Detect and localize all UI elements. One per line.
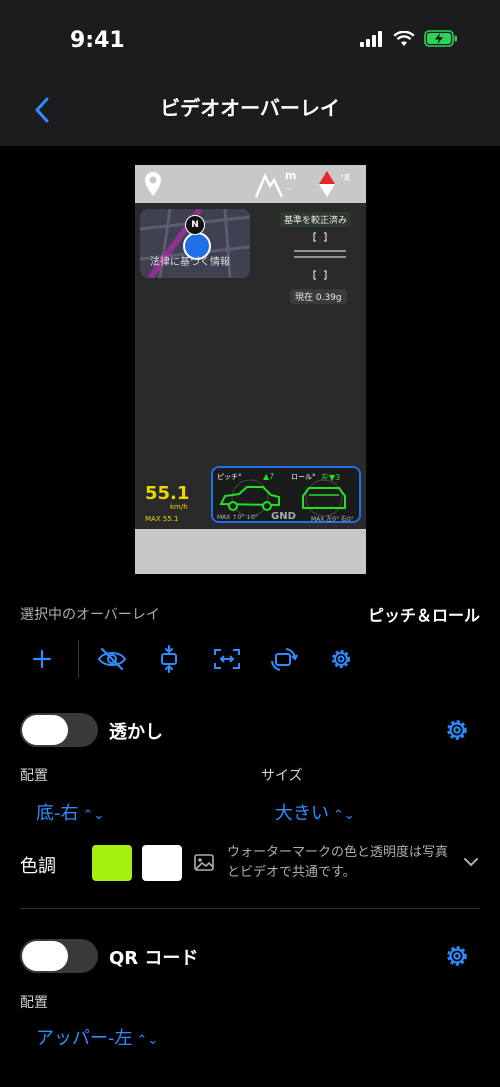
up-down-chevron-icon: ⌃⌄ — [82, 808, 105, 823]
altitude-value: --- — [285, 185, 293, 193]
page-title: ビデオオーバーレイ — [160, 96, 340, 120]
qr-placement-label: 配置 — [20, 995, 48, 1011]
gear-icon — [447, 946, 467, 966]
preview-bottom-bar — [135, 529, 366, 574]
qr-code-title: QR コード — [109, 948, 199, 969]
qr-placement-value: アッパー-左 — [36, 1028, 133, 1049]
compass-label: N — [191, 220, 199, 230]
up-down-chevron-icon: ⌃⌄ — [136, 1033, 159, 1048]
roll-max: MAX 左0° 右0° — [311, 516, 354, 523]
overlay-preview[interactable]: m --- °真 法律に基づく情報 N 基準を較正済み 現在 0.39g 55.… — [135, 165, 366, 574]
battery-charging-icon — [424, 30, 457, 47]
gear-icon — [332, 650, 350, 668]
chevron-down-icon[interactable] — [463, 856, 479, 868]
watermark-toggle[interactable] — [20, 713, 98, 747]
qr-code-toggle[interactable] — [20, 939, 98, 973]
rotate-icon — [271, 648, 298, 671]
toggle-knob — [22, 715, 68, 745]
preview-top-bar: m --- °真 — [135, 165, 366, 203]
roll-car-icon — [302, 479, 346, 517]
hide-overlay-button[interactable] — [97, 644, 127, 674]
plus-icon — [32, 649, 52, 669]
toggle-knob — [22, 941, 68, 971]
location-pin-icon — [145, 172, 161, 196]
gforce-indicator — [294, 232, 346, 280]
gnd-label: GND — [271, 511, 296, 522]
pitch-roll-widget: ピッチ° ▲7 ロール° 左▼3 MAX ↑0° ↓0° GND MAX 左0°… — [211, 466, 361, 523]
navigation-bar: ビデオオーバーレイ — [0, 80, 500, 146]
selected-overlay-label: 選択中のオーバーレイ — [20, 607, 160, 623]
watermark-note: ウォーターマークの色と透明度は写真とビデオで共通です。 — [227, 845, 449, 880]
rotate-overlay-button[interactable] — [269, 644, 299, 674]
overlay-toolbar — [0, 640, 500, 680]
speed-value: 55.1 — [145, 483, 190, 504]
align-vertical-icon — [161, 645, 177, 673]
watermark-title: 透かし — [109, 722, 163, 743]
resize-icon — [214, 649, 240, 669]
altitude-unit: m — [285, 169, 297, 182]
qr-code-settings-button[interactable] — [444, 943, 470, 969]
tone-label: 色調 — [20, 856, 56, 877]
selected-overlay-value[interactable]: ピッチ＆ロール — [368, 602, 480, 626]
heading-label: °真 — [340, 174, 351, 182]
toolbar-divider — [78, 640, 79, 678]
watermark-placement-value: 底-右 — [36, 803, 79, 824]
calibrated-badge: 基準を較正済み — [280, 212, 352, 227]
watermark-size-label: サイズ — [261, 768, 303, 784]
add-overlay-button[interactable] — [27, 644, 57, 674]
wifi-icon — [393, 30, 415, 46]
pitch-max: MAX ↑0° ↓0° — [217, 514, 258, 521]
speed-unit: km/h — [170, 503, 188, 511]
watermark-size-picker[interactable]: 大きい ⌃⌄ — [275, 799, 355, 825]
mountain-altitude-icon — [255, 173, 283, 198]
qr-placement-picker[interactable]: アッパー-左 ⌃⌄ — [36, 1024, 158, 1050]
align-vertical-button[interactable] — [154, 644, 184, 674]
gforce-now: 現在 0.39g — [290, 289, 347, 304]
up-down-chevron-icon: ⌃⌄ — [333, 808, 355, 823]
watermark-settings-button[interactable] — [444, 717, 470, 743]
cellular-signal-icon — [360, 30, 382, 47]
status-icons — [360, 30, 458, 47]
heading-compass-icon — [319, 171, 335, 197]
gear-icon — [447, 720, 467, 740]
watermark-placement-label: 配置 — [20, 768, 48, 784]
section-divider — [20, 908, 480, 909]
speed-max: MAX 55.1 — [145, 515, 179, 523]
tone-color-swatch-green[interactable] — [92, 845, 132, 881]
tone-color-swatch-white[interactable] — [142, 845, 182, 881]
north-compass-icon: N — [185, 215, 205, 235]
status-time: 9:41 — [70, 28, 125, 53]
overlay-settings-button[interactable] — [326, 644, 356, 674]
map-caption: 法律に基づく情報 — [150, 257, 230, 268]
eye-slash-icon — [97, 647, 127, 671]
watermark-size-value: 大きい — [275, 803, 329, 824]
status-bar: 9:41 — [0, 0, 500, 80]
photo-icon[interactable] — [194, 854, 214, 871]
watermark-placement-picker[interactable]: 底-右 ⌃⌄ — [36, 799, 104, 825]
resize-overlay-button[interactable] — [212, 644, 242, 674]
